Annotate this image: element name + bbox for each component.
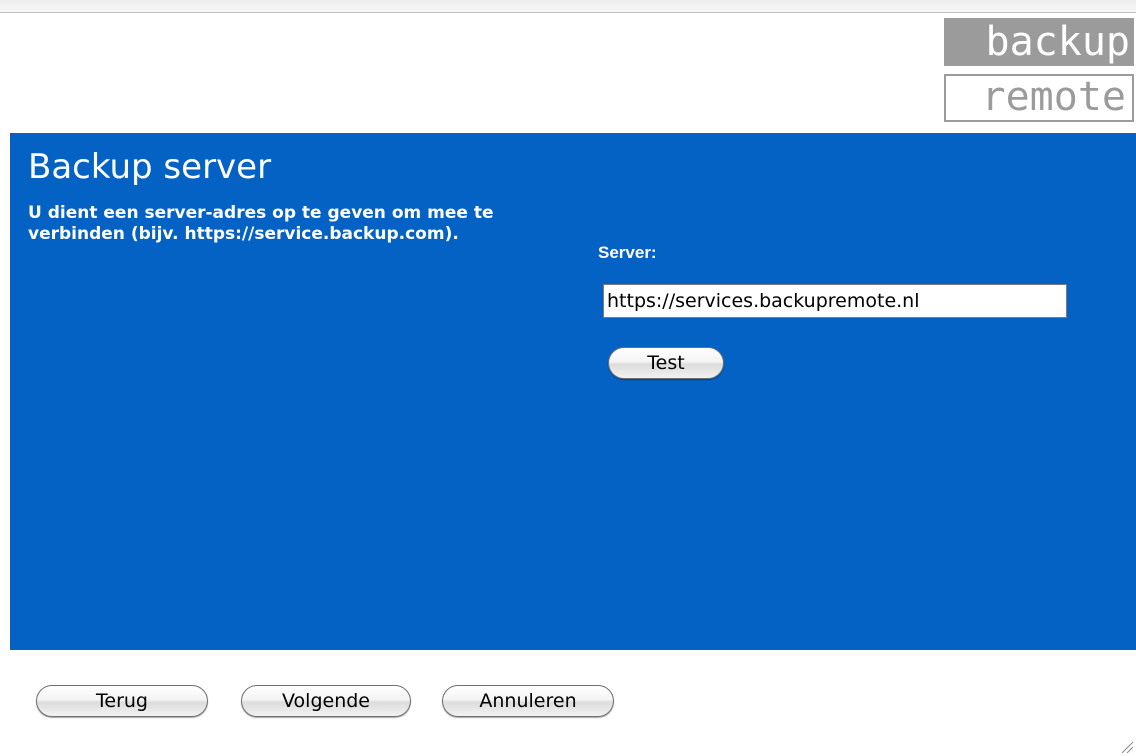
cancel-button[interactable]: Annuleren <box>442 685 614 717</box>
page-title: Backup server <box>28 147 272 187</box>
back-button[interactable]: Terug <box>36 685 208 717</box>
backupremote-logo: backup remote <box>944 18 1134 124</box>
test-button[interactable]: Test <box>608 347 724 379</box>
resize-grip-icon[interactable] <box>1116 736 1134 754</box>
next-button[interactable]: Volgende <box>241 685 411 717</box>
server-label: Server: <box>598 243 657 262</box>
content-panel: Backup server U dient een server-adres o… <box>10 133 1136 650</box>
page-description: U dient een server-adres op te geven om … <box>28 203 494 244</box>
logo-top-text: backup <box>944 18 1134 66</box>
logo-bottom-text: remote <box>944 74 1134 122</box>
server-input[interactable] <box>603 284 1067 318</box>
window-top-edge <box>0 0 1136 13</box>
